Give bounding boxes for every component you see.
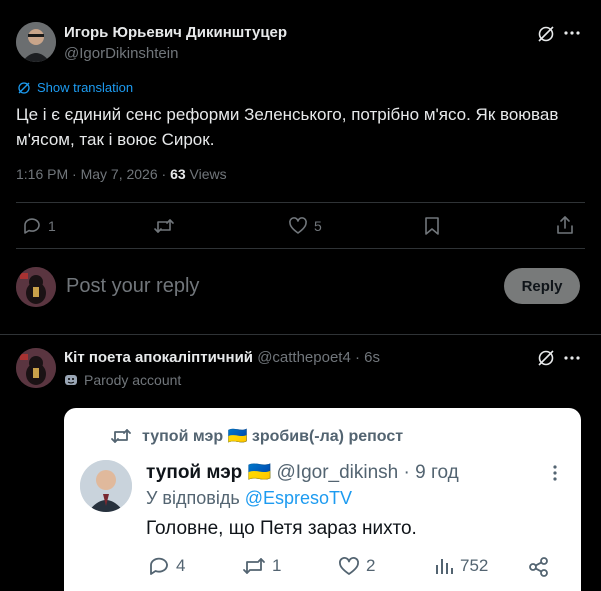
translate-icon: [17, 81, 31, 95]
theater-masks-icon: [64, 373, 78, 387]
heart-icon: [288, 216, 308, 236]
quoted-image[interactable]: тупой мэр 🇺🇦 зробив(-ла) репост тупой мэ…: [64, 408, 581, 591]
retweet-button[interactable]: [153, 216, 175, 236]
views-count: 63: [170, 166, 186, 182]
quoted-like-count: 2: [366, 556, 376, 575]
reply-author-header: Кіт поета апокаліптичний @catthepoet4 · …: [64, 349, 380, 366]
show-translation-link[interactable]: Show translation: [17, 80, 133, 95]
parody-label: Parody account: [84, 372, 182, 388]
quoted-repost-count: 1: [272, 556, 282, 575]
quoted-author-header: тупой мэр 🇺🇦 @Igor_dikinsh · 9 год: [146, 460, 459, 484]
share-nodes-icon: [528, 556, 550, 578]
tweet-meta: 1:16 PM · May 7, 2026 · 63 Views: [16, 166, 227, 182]
reply-count: 1: [48, 218, 56, 234]
quoted-view-count: 752: [460, 556, 489, 575]
divider: [16, 248, 585, 249]
analytics-icon: [434, 556, 454, 576]
reply-button[interactable]: 1: [22, 216, 56, 236]
grok-icon[interactable]: [536, 348, 556, 368]
reply-to-prefix: У відповідь: [146, 488, 245, 508]
bookmark-icon: [423, 216, 441, 236]
divider: [0, 334, 601, 335]
retweet-icon: [153, 216, 175, 236]
repost-icon: [242, 556, 266, 576]
like-button[interactable]: 5: [288, 216, 322, 236]
reply-author-avatar[interactable]: [16, 348, 56, 388]
share-icon: [556, 215, 574, 235]
more-options-icon[interactable]: [564, 30, 580, 36]
reply-icon: [148, 556, 170, 576]
views-label: Views: [185, 166, 227, 182]
quoted-share-stat: [528, 556, 550, 578]
more-options-icon[interactable]: [564, 355, 580, 361]
repost-icon: [110, 427, 132, 445]
author-handle[interactable]: @IgorDikinshtein: [64, 45, 178, 62]
repost-label: тупой мэр 🇺🇦 зробив(-ла) репост: [142, 428, 404, 445]
reply-input[interactable]: Post your reply: [66, 275, 199, 298]
parody-badge: Parody account: [64, 372, 181, 388]
divider: [16, 202, 585, 203]
tweet-text: Це і є єдиний сенс реформи Зеленського, …: [16, 102, 558, 152]
author-avatar[interactable]: [16, 22, 56, 62]
quoted-reply-count: 4: [176, 556, 186, 575]
quoted-reply-to: У відповідь @EspresoTV: [146, 488, 352, 509]
author-name[interactable]: Игорь Юрьевич Дикинштуцер: [64, 24, 287, 41]
tweet-timestamp[interactable]: 1:16 PM · May 7, 2026 ·: [16, 166, 170, 182]
repost-indicator: тупой мэр 🇺🇦 зробив(-ла) репост: [110, 426, 403, 446]
quoted-repost-stat: 1: [242, 556, 281, 576]
tweet-text-line: Це і є єдиний сенс реформи Зеленського, …: [16, 105, 559, 124]
like-count: 5: [314, 218, 322, 234]
reply-author-handle[interactable]: @catthepoet4 · 6s: [257, 349, 380, 366]
bookmark-button[interactable]: [423, 216, 441, 236]
grok-icon[interactable]: [536, 24, 556, 44]
quoted-author-handle: @Igor_dikinsh · 9 год: [276, 462, 459, 483]
share-button[interactable]: [556, 215, 574, 235]
reply-author-name[interactable]: Кіт поета апокаліптичний: [64, 349, 253, 366]
reply-submit-button[interactable]: Reply: [504, 268, 580, 304]
quoted-like-stat: 2: [338, 556, 375, 576]
quoted-reply-stat: 4: [148, 556, 185, 576]
tweet-text-line: м'ясом, так і воює Сирок.: [16, 130, 215, 149]
quoted-views-stat: 752: [434, 556, 488, 576]
quoted-more-icon: [552, 464, 558, 482]
quoted-author-name: тупой мэр 🇺🇦: [146, 462, 272, 483]
heart-icon: [338, 556, 360, 576]
current-user-avatar[interactable]: [16, 267, 56, 307]
quoted-text: Головне, що Петя зараз нихто.: [146, 518, 417, 539]
reply-to-handle: @EspresoTV: [244, 488, 353, 508]
quoted-author-avatar: [80, 460, 132, 512]
reply-icon: [22, 216, 42, 236]
show-translation-label: Show translation: [37, 80, 134, 95]
